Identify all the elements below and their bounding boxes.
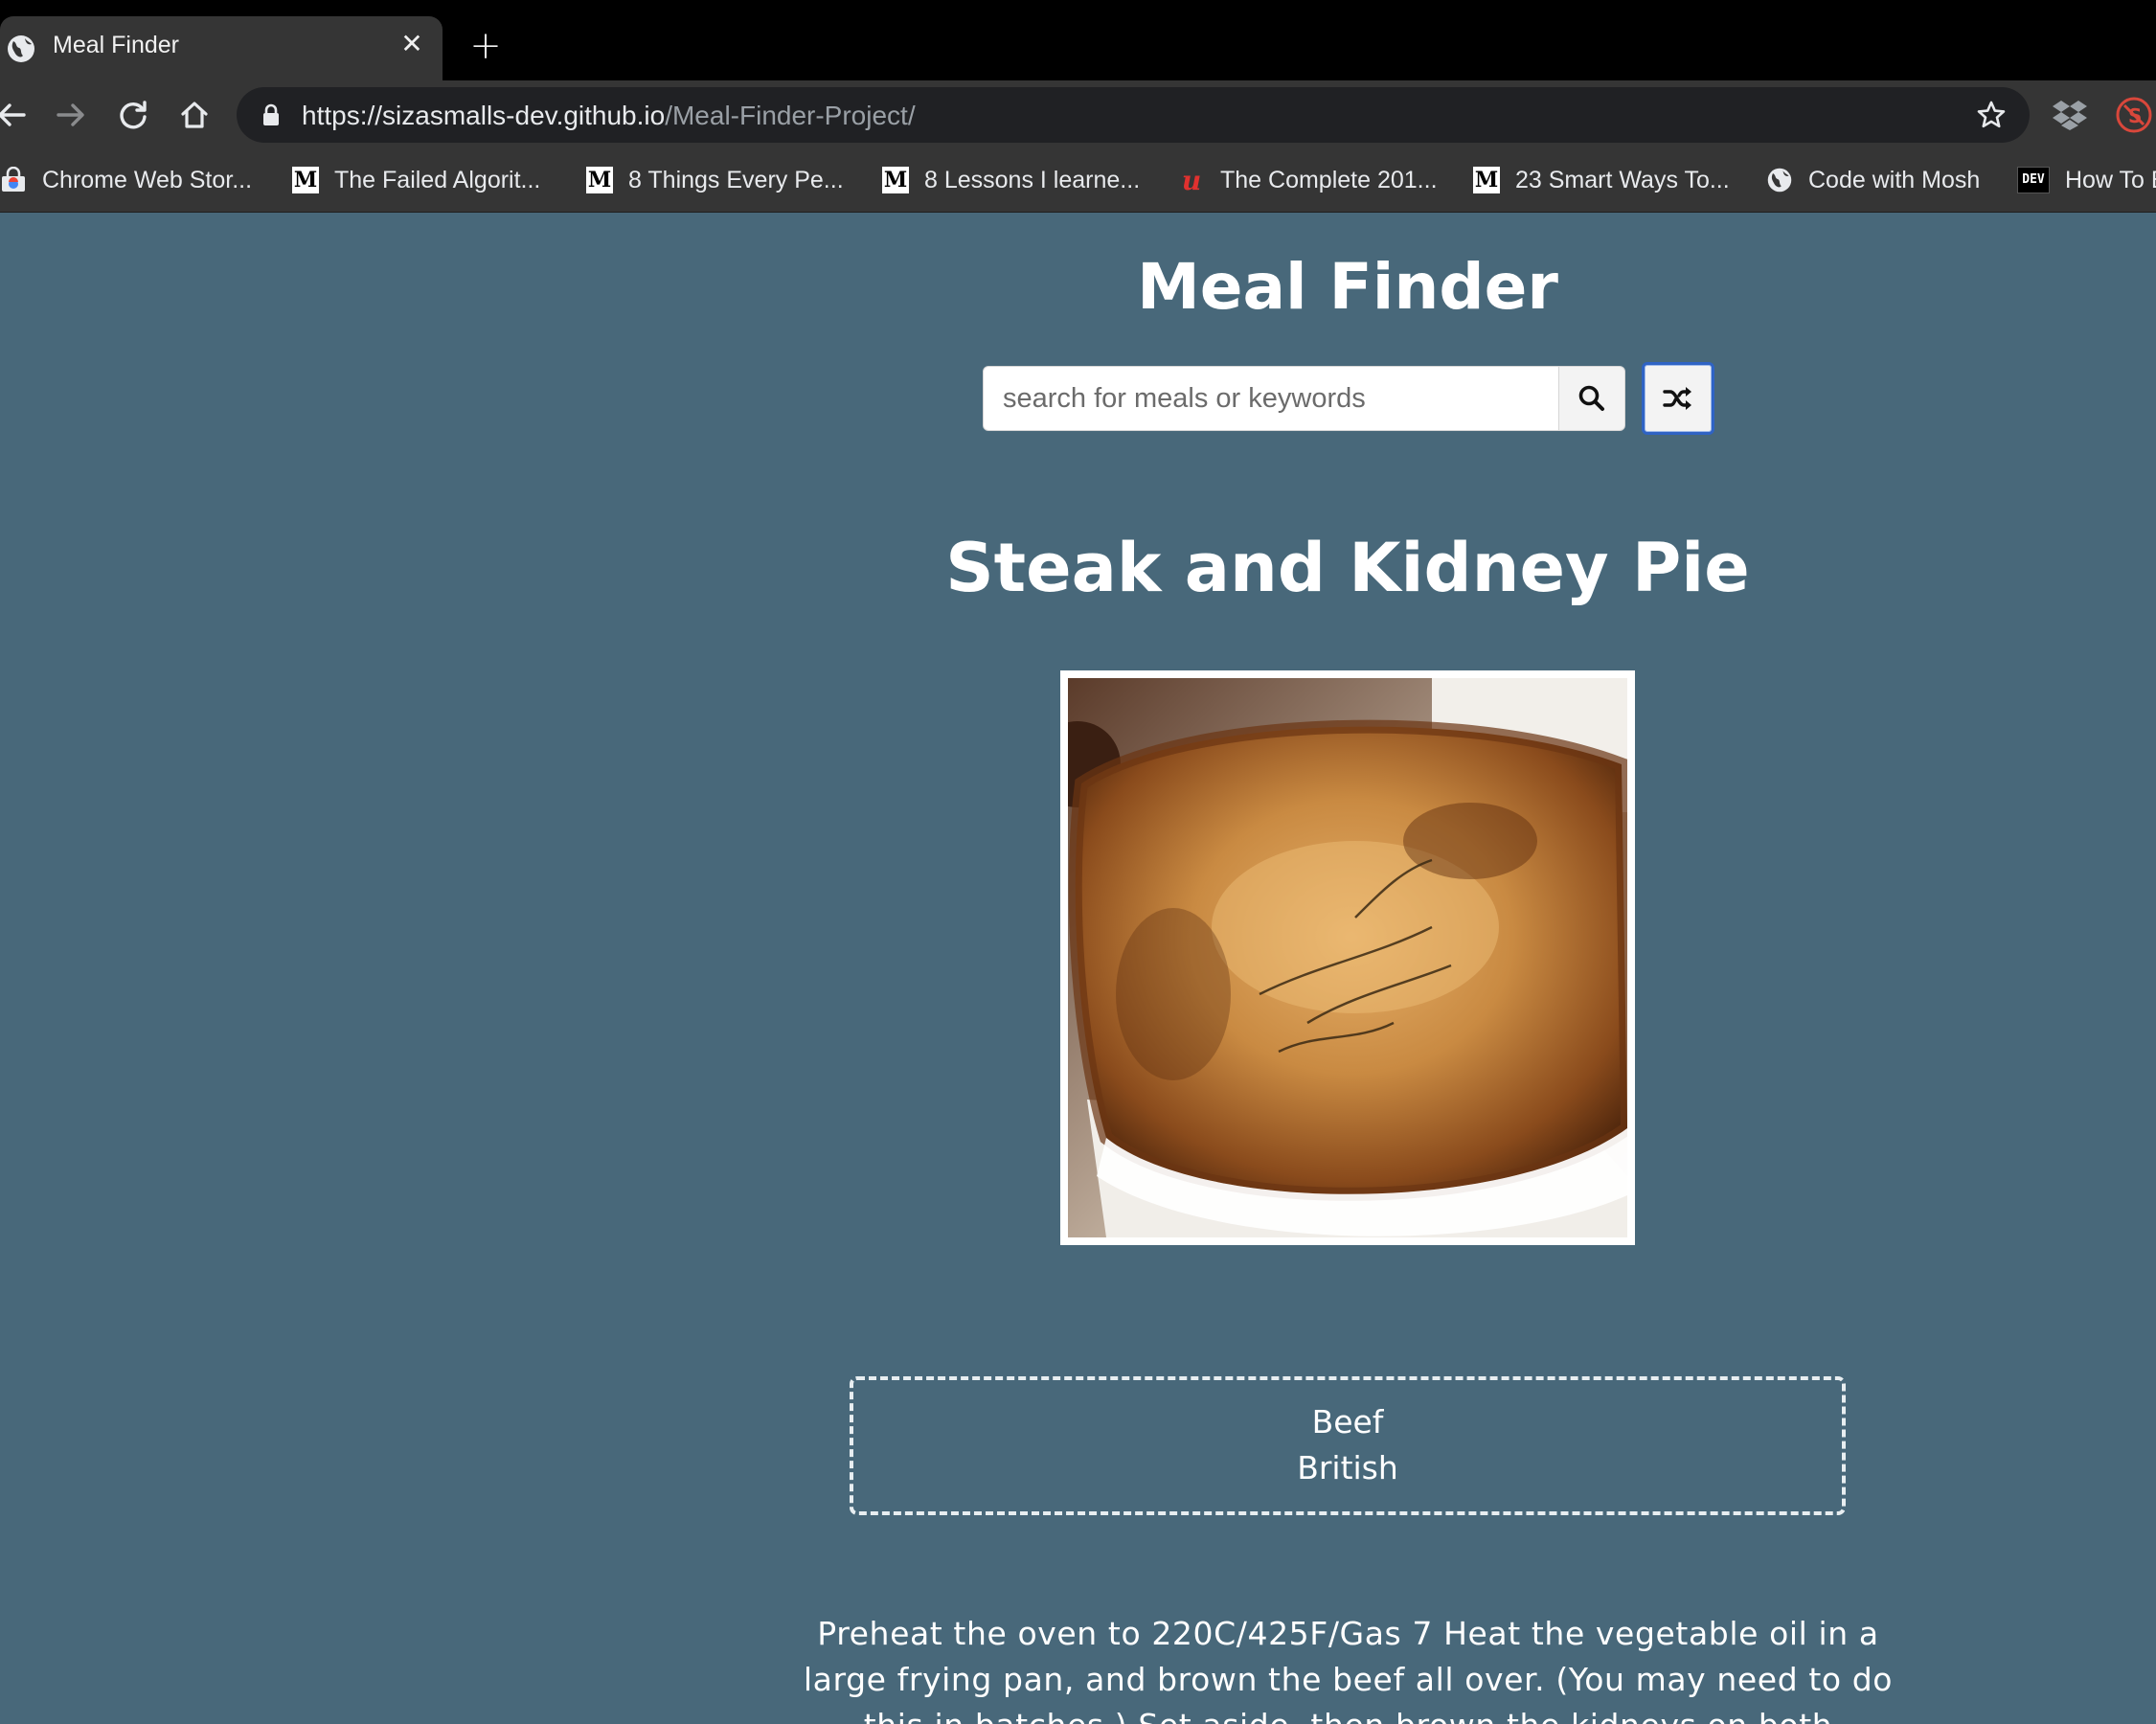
bookmark-item[interactable]: Chrome Web Stor... bbox=[0, 163, 252, 197]
bookmark-label: The Complete 201... bbox=[1220, 166, 1438, 193]
bookmark-label: Code with Mosh bbox=[1808, 166, 1981, 193]
bookmark-label: 8 Things Every Pe... bbox=[628, 166, 844, 193]
chrome-web-store-icon bbox=[0, 167, 27, 193]
browser-chrome: Meal Finder ✕ + https://sizasmalls-dev.g… bbox=[0, 0, 2156, 213]
home-button[interactable] bbox=[173, 94, 216, 136]
url-text: https://sizasmalls-dev.github.io/Meal-Fi… bbox=[302, 101, 916, 131]
lock-icon bbox=[263, 103, 279, 125]
shuffle-icon bbox=[1663, 387, 1691, 410]
medium-icon: M bbox=[586, 167, 613, 193]
arrow-left-icon bbox=[0, 103, 26, 126]
bookmark-item[interactable]: M The Failed Algorit... bbox=[292, 163, 540, 197]
bookmark-item[interactable]: M 8 Lessons I learne... bbox=[882, 163, 1140, 197]
bookmark-star-icon[interactable] bbox=[1976, 100, 2007, 130]
medium-icon: M bbox=[292, 167, 319, 193]
random-meal-button[interactable] bbox=[1642, 362, 1714, 435]
new-tab-button[interactable]: + bbox=[466, 27, 505, 65]
forward-button[interactable] bbox=[50, 94, 92, 136]
bookmark-item[interactable]: Code with Mosh bbox=[1766, 163, 1980, 197]
meal-image bbox=[1034, 670, 1635, 1245]
extension-icon[interactable]: S bbox=[2115, 96, 2153, 134]
meal-title: Steak and Kidney Pie bbox=[945, 529, 1750, 607]
search-button[interactable] bbox=[1558, 366, 1625, 431]
globe-icon bbox=[8, 35, 34, 62]
tab-strip: Meal Finder ✕ + bbox=[0, 0, 2156, 80]
meal-area: British bbox=[1297, 1449, 1398, 1486]
meal-category-box: Beef British bbox=[850, 1376, 1846, 1515]
close-tab-icon[interactable]: ✕ bbox=[396, 28, 428, 60]
browser-tab[interactable]: Meal Finder ✕ bbox=[0, 16, 443, 80]
bookmark-label: 23 Smart Ways To... bbox=[1515, 166, 1730, 193]
address-bar[interactable]: https://sizasmalls-dev.github.io/Meal-Fi… bbox=[237, 87, 2030, 143]
search-icon bbox=[1578, 385, 1604, 411]
medium-icon: M bbox=[1473, 167, 1500, 193]
bookmark-label: The Failed Algorit... bbox=[334, 166, 541, 193]
back-button[interactable] bbox=[0, 94, 33, 136]
medium-icon: M bbox=[882, 167, 909, 193]
reload-button[interactable] bbox=[112, 94, 154, 136]
bookmark-label: 8 Lessons I learne... bbox=[924, 166, 1141, 193]
bookmark-item[interactable]: DEV How To B bbox=[2017, 163, 2156, 197]
reload-icon bbox=[120, 101, 147, 129]
svg-text:S: S bbox=[2128, 104, 2142, 127]
bookmarks-bar: Chrome Web Stor... M The Failed Algorit.… bbox=[0, 149, 2156, 213]
globe-icon bbox=[1766, 167, 1793, 193]
bookmark-item[interactable]: M 8 Things Every Pe... bbox=[586, 163, 844, 197]
bookmark-item[interactable]: u The Complete 201... bbox=[1178, 163, 1438, 197]
bookmark-item[interactable]: M 23 Smart Ways To... bbox=[1473, 163, 1730, 197]
meal-photo bbox=[1034, 678, 1635, 1237]
url-host: https://sizasmalls-dev.github.io bbox=[302, 101, 666, 130]
bookmark-label: How To B bbox=[2065, 166, 2156, 193]
dropbox-icon[interactable] bbox=[2053, 99, 2087, 131]
browser-toolbar: https://sizasmalls-dev.github.io/Meal-Fi… bbox=[0, 80, 2156, 149]
udemy-icon: u bbox=[1181, 164, 1202, 196]
arrow-right-icon bbox=[57, 103, 84, 126]
bookmark-label: Chrome Web Stor... bbox=[42, 166, 253, 193]
home-icon bbox=[181, 102, 208, 128]
meal-category: Beef bbox=[1311, 1403, 1384, 1440]
page-content: Meal Finder Steak and Kidney Pie bbox=[0, 213, 2156, 1724]
meal-instructions: Preheat the oven to 220C/425F/Gas 7 Heat… bbox=[803, 1615, 1894, 1724]
app-title: Meal Finder bbox=[1137, 250, 1558, 324]
url-path: /Meal-Finder-Project/ bbox=[665, 101, 916, 130]
search-input[interactable] bbox=[983, 366, 1559, 431]
tab-title: Meal Finder bbox=[53, 32, 179, 58]
dev-icon: DEV bbox=[2017, 167, 2050, 193]
